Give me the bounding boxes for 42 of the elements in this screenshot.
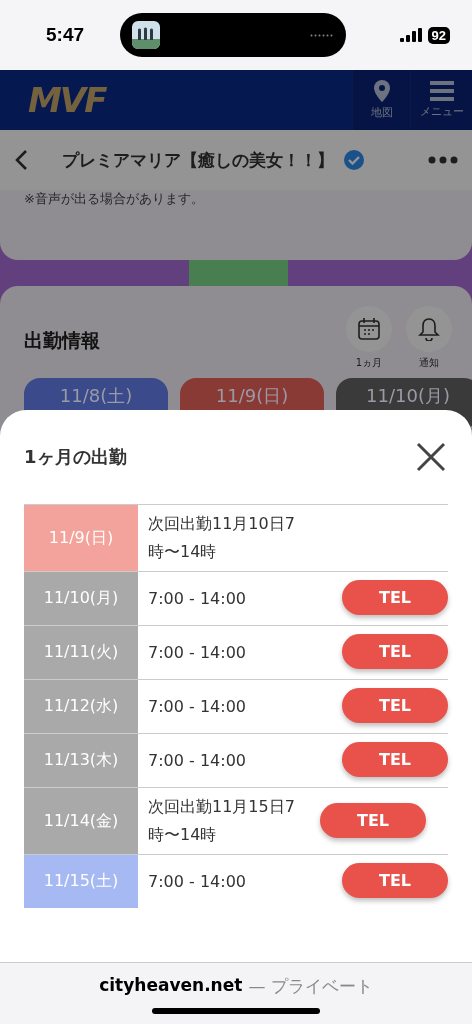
menu-button[interactable]: メニュー: [410, 70, 472, 130]
menu-icon: [429, 81, 454, 101]
tel-button[interactable]: TEL: [342, 580, 448, 615]
section-title: 出勤情報: [24, 328, 100, 353]
date-cell: 11/10(月): [24, 572, 138, 625]
shift-text: 7:00 - 14:00: [148, 587, 247, 610]
dots-icon: [310, 33, 334, 37]
notice-text: ※音声が出る場合があります。: [24, 191, 204, 206]
tel-button[interactable]: TEL: [320, 802, 426, 838]
verified-badge-icon: [344, 150, 364, 170]
domain-text[interactable]: cityheaven.net: [99, 975, 243, 998]
tel-button[interactable]: TEL: [342, 634, 448, 669]
map-button[interactable]: 地図: [352, 70, 410, 130]
map-pin-icon: [372, 80, 391, 102]
sheet-title: 1ヶ月の出勤: [24, 445, 127, 469]
signal-icon: [399, 28, 422, 42]
tel-button[interactable]: TEL: [342, 688, 448, 723]
site-logo[interactable]: MVF: [28, 80, 106, 120]
more-icon[interactable]: [428, 156, 458, 164]
shift-text: 次回出勤11月15日7時〜14時: [148, 796, 296, 846]
calendar-icon: [357, 317, 381, 341]
shift-text: 7:00 - 14:00: [148, 641, 247, 664]
date-cell: 11/13(木): [24, 734, 138, 787]
shift-text: 7:00 - 14:00: [148, 870, 247, 893]
tel-button[interactable]: TEL: [342, 742, 448, 777]
shift-text: 7:00 - 14:00: [148, 695, 247, 718]
shift-text: 7:00 - 14:00: [148, 749, 247, 772]
private-label: — プライベート: [248, 975, 373, 998]
date-cell: 11/9(日): [24, 505, 138, 571]
battery-level: 92: [427, 26, 450, 44]
date-cell: 11/15(土): [24, 855, 138, 908]
back-icon[interactable]: [14, 149, 28, 171]
tel-button[interactable]: TEL: [342, 863, 448, 898]
close-icon: [416, 442, 446, 472]
page-title: プレミアマリア【癒しの美女！！】: [62, 148, 334, 172]
shift-text: 次回出勤11月10日7時〜14時: [148, 513, 296, 563]
date-cell: 11/12(水): [24, 680, 138, 733]
date-cell: 11/11(火): [24, 626, 138, 679]
date-cell: 11/14(金): [24, 788, 138, 854]
bell-icon: [418, 317, 440, 341]
close-button[interactable]: [416, 442, 446, 472]
clock-time: 5:47: [46, 24, 86, 46]
